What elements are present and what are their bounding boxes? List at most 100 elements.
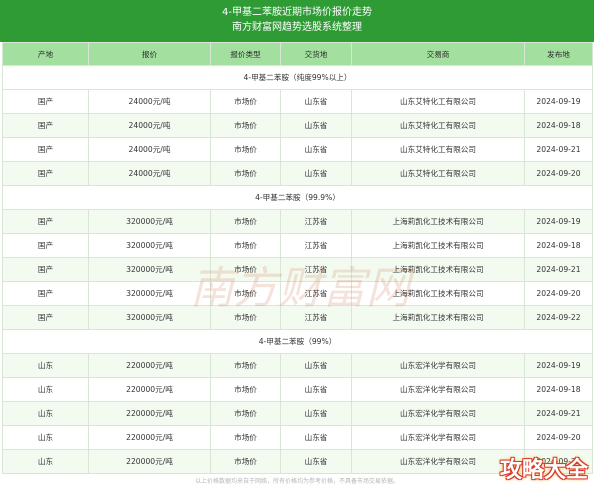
column-header-date: 发布地 bbox=[524, 42, 593, 66]
cell-delivery: 山东省 bbox=[280, 377, 352, 402]
cell-origin: 山东 bbox=[2, 377, 89, 402]
cell-price-type: 市场价 bbox=[210, 305, 281, 330]
cell-origin: 国产 bbox=[2, 281, 89, 306]
cell-price-type: 市场价 bbox=[210, 425, 281, 450]
cell-trader: 山东艾特化工有限公司 bbox=[351, 161, 525, 186]
cell-trader: 山东艾特化工有限公司 bbox=[351, 113, 525, 138]
cell-trader: 上海莉凯化工技术有限公司 bbox=[351, 257, 525, 282]
cell-delivery: 山东省 bbox=[280, 449, 352, 474]
cell-trader: 上海莉凯化工技术有限公司 bbox=[351, 305, 525, 330]
table-row: 国产 320000元/吨 市场价 江苏省 上海莉凯化工技术有限公司 2024-09-20 bbox=[2, 281, 593, 306]
column-header-price-type: 报价类型 bbox=[210, 42, 281, 66]
cell-price-type: 市场价 bbox=[210, 449, 281, 474]
cell-origin: 国产 bbox=[2, 89, 89, 114]
cell-date: 2024-09-21 bbox=[524, 137, 593, 162]
cell-price: 320000元/吨 bbox=[88, 305, 211, 330]
cell-origin: 国产 bbox=[2, 137, 89, 162]
page-header: 4-甲基二苯胺近期市场价报价走势 南方财富网趋势选股系统整理 bbox=[0, 0, 594, 42]
table-row: 山东 220000元/吨 市场价 山东省 山东宏洋化学有限公司 2024-09-21 bbox=[2, 401, 593, 426]
table-row: 国产 320000元/吨 市场价 江苏省 上海莉凯化工技术有限公司 2024-09-22 bbox=[2, 305, 593, 330]
table-row: 山东 220000元/吨 市场价 山东省 山东宏洋化学有限公司 2024-09-18 bbox=[2, 377, 593, 402]
cell-price: 24000元/吨 bbox=[88, 137, 211, 162]
cell-price-type: 市场价 bbox=[210, 281, 281, 306]
cell-price: 220000元/吨 bbox=[88, 425, 211, 450]
cell-delivery: 江苏省 bbox=[280, 305, 352, 330]
cell-trader: 上海莉凯化工技术有限公司 bbox=[351, 209, 525, 234]
cell-delivery: 山东省 bbox=[280, 425, 352, 450]
group-title: 4-甲基二苯胺（纯度99%以上） bbox=[2, 65, 593, 90]
cell-trader: 山东宏洋化学有限公司 bbox=[351, 377, 525, 402]
cell-date: 2024-09-21 bbox=[524, 257, 593, 282]
cell-price-type: 市场价 bbox=[210, 377, 281, 402]
cell-delivery: 山东省 bbox=[280, 401, 352, 426]
column-header-origin: 产地 bbox=[2, 42, 89, 66]
cell-price-type: 市场价 bbox=[210, 401, 281, 426]
corner-logo: 攻略大全 bbox=[499, 458, 588, 483]
cell-origin: 国产 bbox=[2, 257, 89, 282]
cell-trader: 上海莉凯化工技术有限公司 bbox=[351, 233, 525, 258]
cell-price: 320000元/吨 bbox=[88, 281, 211, 306]
cell-origin: 国产 bbox=[2, 209, 89, 234]
cell-date: 2024-09-18 bbox=[524, 233, 593, 258]
cell-delivery: 江苏省 bbox=[280, 233, 352, 258]
table-row: 国产 24000元/吨 市场价 山东省 山东艾特化工有限公司 2024-09-20 bbox=[2, 161, 593, 186]
table-row: 国产 320000元/吨 市场价 江苏省 上海莉凯化工技术有限公司 2024-09-19 bbox=[2, 209, 593, 234]
column-header-trader: 交易商 bbox=[351, 42, 525, 66]
cell-trader: 山东宏洋化学有限公司 bbox=[351, 425, 525, 450]
table-row: 山东 220000元/吨 市场价 山东省 山东宏洋化学有限公司 2024-09-19 bbox=[2, 353, 593, 378]
cell-price-type: 市场价 bbox=[210, 137, 281, 162]
group-title: 4-甲基二苯胺（99.9%） bbox=[2, 185, 593, 210]
group-header-row: 4-甲基二苯胺（纯度99%以上） bbox=[2, 65, 593, 90]
group-header-row: 4-甲基二苯胺（99.9%） bbox=[2, 185, 593, 210]
cell-origin: 国产 bbox=[2, 113, 89, 138]
table-row: 国产 320000元/吨 市场价 江苏省 上海莉凯化工技术有限公司 2024-09-21 bbox=[2, 257, 593, 282]
cell-origin: 国产 bbox=[2, 161, 89, 186]
cell-price: 24000元/吨 bbox=[88, 161, 211, 186]
header-subtitle: 南方财富网趋势选股系统整理 bbox=[232, 22, 362, 33]
cell-trader: 山东宏洋化学有限公司 bbox=[351, 449, 525, 474]
cell-date: 2024-09-18 bbox=[524, 113, 593, 138]
cell-price: 24000元/吨 bbox=[88, 89, 211, 114]
cell-delivery: 山东省 bbox=[280, 89, 352, 114]
cell-date: 2024-09-21 bbox=[524, 401, 593, 426]
cell-trader: 山东艾特化工有限公司 bbox=[351, 89, 525, 114]
cell-price-type: 市场价 bbox=[210, 113, 281, 138]
cell-trader: 上海莉凯化工技术有限公司 bbox=[351, 281, 525, 306]
table-row: 国产 320000元/吨 市场价 江苏省 上海莉凯化工技术有限公司 2024-09-18 bbox=[2, 233, 593, 258]
cell-trader: 山东宏洋化学有限公司 bbox=[351, 353, 525, 378]
cell-date: 2024-09-20 bbox=[524, 281, 593, 306]
cell-date: 2024-09-22 bbox=[524, 305, 593, 330]
cell-date: 2024-09-19 bbox=[524, 353, 593, 378]
cell-price: 320000元/吨 bbox=[88, 257, 211, 282]
cell-price: 24000元/吨 bbox=[88, 113, 211, 138]
cell-price-type: 市场价 bbox=[210, 353, 281, 378]
column-header-price: 报价 bbox=[88, 42, 211, 66]
cell-origin: 国产 bbox=[2, 233, 89, 258]
cell-delivery: 江苏省 bbox=[280, 281, 352, 306]
table-body: 4-甲基二苯胺（纯度99%以上） 国产 24000元/吨 市场价 山东省 山东艾特化工有限… bbox=[2, 65, 593, 474]
cell-delivery: 山东省 bbox=[280, 137, 352, 162]
header-title: 4-甲基二苯胺近期市场价报价走势 bbox=[222, 7, 372, 18]
cell-origin: 国产 bbox=[2, 305, 89, 330]
cell-date: 2024-09-18 bbox=[524, 377, 593, 402]
price-table: 产地 报价 报价类型 交货地 交易商 发布地 4-甲基二苯胺（纯度99%以上）国… bbox=[2, 42, 593, 474]
cell-trader: 山东宏洋化学有限公司 bbox=[351, 401, 525, 426]
cell-date: 2024-09-19 bbox=[524, 209, 593, 234]
cell-price: 220000元/吨 bbox=[88, 377, 211, 402]
table-row: 国产 24000元/吨 市场价 山东省 山东艾特化工有限公司 2024-09-18 bbox=[2, 113, 593, 138]
cell-price-type: 市场价 bbox=[210, 209, 281, 234]
cell-delivery: 江苏省 bbox=[280, 257, 352, 282]
cell-price: 220000元/吨 bbox=[88, 449, 211, 474]
cell-price: 220000元/吨 bbox=[88, 353, 211, 378]
table-row: 国产 24000元/吨 市场价 山东省 山东艾特化工有限公司 2024-09-21 bbox=[2, 137, 593, 162]
table-row: 山东 220000元/吨 市场价 山东省 山东宏洋化学有限公司 2024-09-20 bbox=[2, 425, 593, 450]
cell-trader: 山东艾特化工有限公司 bbox=[351, 137, 525, 162]
cell-price-type: 市场价 bbox=[210, 233, 281, 258]
group-title: 4-甲基二苯胺（99%） bbox=[2, 329, 593, 354]
cell-date: 2024-09-20 bbox=[524, 425, 593, 450]
cell-delivery: 山东省 bbox=[280, 161, 352, 186]
table-row: 国产 24000元/吨 市场价 山东省 山东艾特化工有限公司 2024-09-19 bbox=[2, 89, 593, 114]
cell-date: 2024-09-20 bbox=[524, 161, 593, 186]
cell-price: 320000元/吨 bbox=[88, 233, 211, 258]
cell-delivery: 山东省 bbox=[280, 113, 352, 138]
